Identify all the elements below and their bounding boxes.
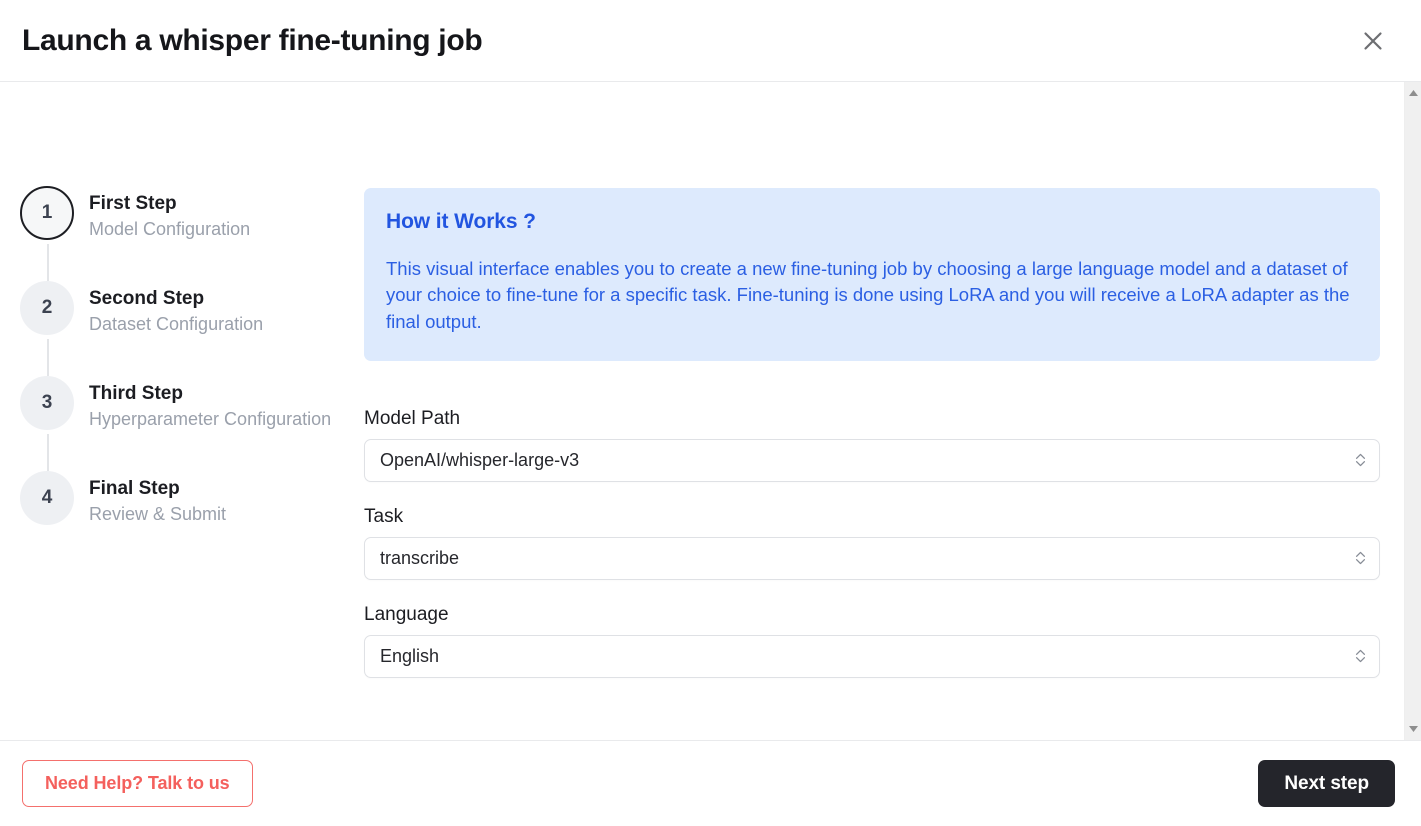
sidebar-item-second-step[interactable]: 2 Second Step Dataset Configuration bbox=[20, 281, 364, 376]
language-select[interactable]: English bbox=[364, 634, 1380, 678]
caret-up-icon[interactable] bbox=[1405, 86, 1421, 100]
step-content-pane: How it Works ? This visual interface ena… bbox=[364, 82, 1421, 740]
step-content-inner: How it Works ? This visual interface ena… bbox=[364, 188, 1380, 678]
model-path-select-wrap: OpenAI/whisper-large-v3 bbox=[364, 438, 1380, 482]
step-text-1: First Step Model Configuration bbox=[74, 186, 250, 242]
label-model-path: Model Path bbox=[364, 407, 461, 429]
model-configuration-form: Model Path OpenAI/whisper-large-v3 Task … bbox=[364, 409, 1380, 678]
step-bullet-2: 2 bbox=[20, 281, 74, 335]
banner-body: This visual interface enables you to cre… bbox=[386, 258, 1350, 332]
fine-tuning-job-modal: Launch a whisper fine-tuning job 1 First… bbox=[0, 0, 1421, 826]
need-help-button[interactable]: Need Help? Talk to us bbox=[22, 760, 253, 807]
step-connector-2 bbox=[47, 339, 49, 376]
step-connector-1 bbox=[47, 244, 49, 281]
model-path-select[interactable]: OpenAI/whisper-large-v3 bbox=[364, 438, 1380, 482]
step-text-4: Final Step Review & Submit bbox=[74, 471, 226, 527]
content-scrollbar[interactable] bbox=[1404, 82, 1421, 740]
page-title: Launch a whisper fine-tuning job bbox=[22, 23, 483, 57]
field-task: Task transcribe bbox=[364, 507, 1380, 580]
label-task: Task bbox=[364, 505, 404, 527]
step-subtitle-4: Review & Submit bbox=[89, 503, 227, 524]
step-title-2: Second Step bbox=[89, 288, 205, 309]
step-title-3: Third Step bbox=[89, 383, 183, 404]
close-icon[interactable] bbox=[1353, 21, 1393, 61]
task-select[interactable]: transcribe bbox=[364, 536, 1380, 580]
step-title-4: Final Step bbox=[89, 478, 180, 499]
how-it-works-banner: How it Works ? This visual interface ena… bbox=[364, 188, 1380, 361]
step-bullet-4: 4 bbox=[20, 471, 74, 525]
sidebar-item-first-step[interactable]: 1 First Step Model Configuration bbox=[20, 186, 364, 281]
step-subtitle-3: Hyperparameter Configuration bbox=[89, 408, 332, 429]
step-bullet-1: 1 bbox=[20, 186, 74, 240]
step-text-2: Second Step Dataset Configuration bbox=[74, 281, 263, 337]
label-language: Language bbox=[364, 603, 449, 625]
sidebar-item-third-step[interactable]: 3 Third Step Hyperparameter Configuratio… bbox=[20, 376, 364, 471]
step-text-3: Third Step Hyperparameter Configuration bbox=[74, 376, 331, 432]
caret-down-icon[interactable] bbox=[1405, 722, 1421, 736]
field-model-path: Model Path OpenAI/whisper-large-v3 bbox=[364, 409, 1380, 482]
step-navigation: 1 First Step Model Configuration 2 Secon… bbox=[0, 82, 364, 740]
field-language: Language English bbox=[364, 605, 1380, 678]
banner-title: How it Works ? bbox=[386, 210, 536, 233]
step-connector-3 bbox=[47, 434, 49, 471]
modal-body: 1 First Step Model Configuration 2 Secon… bbox=[0, 82, 1421, 740]
step-subtitle-2: Dataset Configuration bbox=[89, 313, 264, 334]
modal-footer: Need Help? Talk to us Next step bbox=[0, 740, 1421, 826]
task-select-wrap: transcribe bbox=[364, 536, 1380, 580]
step-subtitle-1: Model Configuration bbox=[89, 218, 251, 239]
scrollbar-thumb[interactable] bbox=[1405, 97, 1421, 412]
language-select-wrap: English bbox=[364, 634, 1380, 678]
step-title-1: First Step bbox=[89, 193, 177, 214]
next-step-button[interactable]: Next step bbox=[1258, 760, 1395, 807]
sidebar-item-final-step[interactable]: 4 Final Step Review & Submit bbox=[20, 471, 364, 527]
step-bullet-3: 3 bbox=[20, 376, 74, 430]
modal-header: Launch a whisper fine-tuning job bbox=[0, 0, 1421, 82]
